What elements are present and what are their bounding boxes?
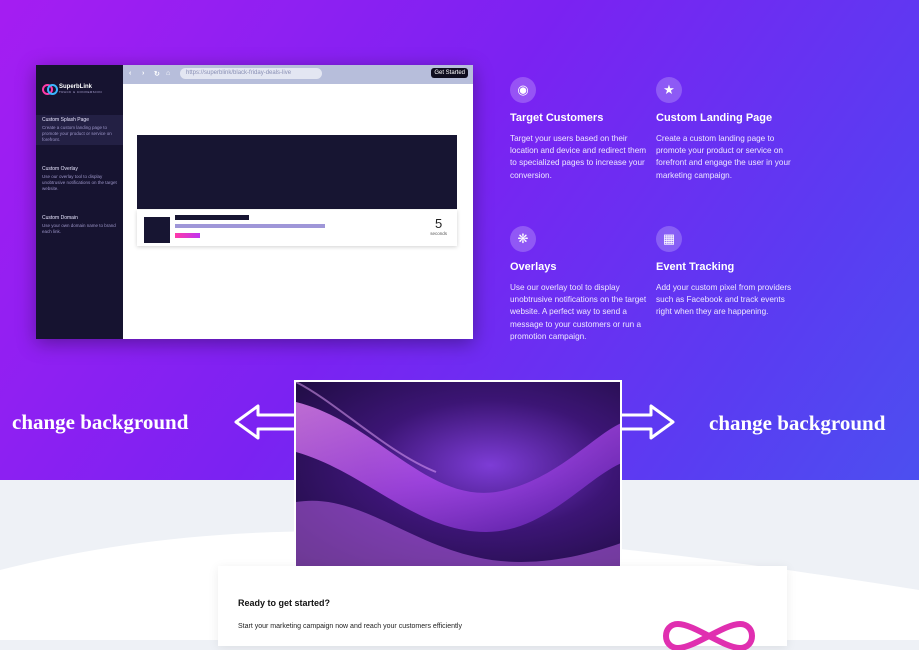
browser-toolbar: ‹ › ↻ ⌂ https://superblink/black-friday-… [123,65,473,84]
get-started-button[interactable]: Get Started [431,68,468,78]
splash-card: 5 seconds [137,210,457,246]
back-arrow-icon[interactable]: ‹ [129,70,131,77]
feature-desc: Create a custom landing page to promote … [656,134,791,180]
brand-tagline: TRACK & CONVERSION [59,90,103,94]
sidebar-item-desc: Use your own domain name to brand each l… [42,223,116,234]
sidebar-item-title: Custom Splash Page [42,117,89,123]
sidebar-item-overlay[interactable]: Custom Overlay Use our overlay tool to d… [36,166,123,192]
url-bar[interactable]: https://superblink/black-friday-deals-li… [180,68,322,79]
forward-arrow-icon[interactable]: › [142,70,144,77]
card-thumbnail [144,217,170,243]
cta-card: Ready to get started? Start your marketi… [218,566,787,650]
cta-title: Ready to get started? [238,598,331,608]
infinity-logo-icon [42,82,58,96]
feature-desc: Add your custom pixel from providers suc… [656,283,792,317]
infinity-icon [663,620,755,650]
right-annotation-label: change background [709,411,886,435]
star-icon: ★ [656,77,682,103]
feature-target-customers: ◉ Target Customers Target your users bas… [510,77,650,182]
sidebar-item-desc: Use our overlay tool to display unobtrus… [42,174,117,191]
feature-custom-landing-page: ★ Custom Landing Page Create a custom la… [656,77,796,182]
particle-wave-image [296,382,620,567]
sidebar-item-splash[interactable]: Custom Splash Page Create a custom landi… [36,115,123,145]
cta-text: Start your marketing campaign now and re… [238,623,462,630]
feature-title: Event Tracking [656,261,735,273]
countdown-unit: seconds [430,231,447,236]
left-annotation-label: change background [12,410,189,434]
brand-logo: SuperbLink TRACK & CONVERSION [42,82,102,96]
preview-window: SuperbLink TRACK & CONVERSION Custom Spl… [36,65,473,339]
feature-overlays: ❋ Overlays Use our overlay tool to displ… [510,226,650,343]
card-title-placeholder [175,215,249,220]
globe-icon: ◉ [510,77,536,103]
sidebar-item-title: Custom Overlay [42,166,78,172]
card-text-placeholder [175,224,325,228]
grid-icon: ▦ [656,226,682,252]
sidebar-item-domain[interactable]: Custom Domain Use your own domain name t… [36,215,123,235]
countdown: 5 seconds [430,216,447,236]
asterisk-icon: ❋ [510,226,536,252]
feature-desc: Target your users based on their locatio… [510,134,647,180]
background-image-preview[interactable] [294,380,622,569]
feature-event-tracking: ▦ Event Tracking Add your custom pixel f… [656,226,796,319]
home-icon[interactable]: ⌂ [166,70,170,77]
feature-title: Target Customers [510,112,604,124]
feature-title: Overlays [510,261,557,273]
preview-sidebar: SuperbLink TRACK & CONVERSION Custom Spl… [36,65,123,339]
card-button-placeholder [175,233,200,238]
reload-icon[interactable]: ↻ [154,70,160,78]
feature-title: Custom Landing Page [656,112,773,124]
countdown-value: 5 [435,216,443,231]
video-placeholder [137,135,457,209]
sidebar-item-title: Custom Domain [42,215,78,221]
sidebar-item-desc: Create a custom landing page to promote … [42,125,112,142]
feature-desc: Use our overlay tool to display unobtrus… [510,283,647,341]
